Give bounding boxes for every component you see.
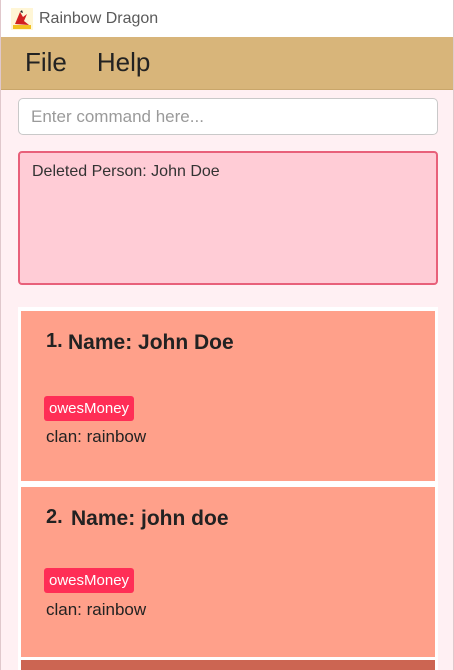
menu-bar: File Help — [1, 37, 453, 90]
window-title: Rainbow Dragon — [39, 9, 159, 27]
person-card-partial[interactable] — [21, 660, 435, 670]
person-name: Name: John Doe — [68, 331, 234, 354]
result-text: Deleted Person: John Doe — [32, 163, 220, 180]
person-index: 1. — [46, 330, 63, 352]
person-list[interactable]: 1. Name: John Doe owesMoney clan: rainbo… — [18, 307, 438, 670]
rainbow-dragon-logo-icon — [11, 7, 33, 30]
person-tag: owesMoney — [44, 396, 135, 421]
result-display[interactable]: Deleted Person: John Doe — [18, 151, 438, 285]
person-name: Name: john doe — [71, 507, 229, 530]
person-tag: owesMoney — [44, 568, 135, 593]
person-index: 2. — [46, 506, 63, 528]
title-bar: Rainbow Dragon — [1, 0, 453, 37]
person-card[interactable]: 1. Name: John Doe owesMoney clan: rainbo… — [21, 311, 435, 481]
command-input[interactable] — [18, 98, 438, 135]
menu-help[interactable]: Help — [81, 43, 164, 84]
menu-file[interactable]: File — [9, 43, 81, 84]
person-clan: clan: rainbow — [46, 427, 147, 446]
person-card[interactable]: 2. Name: john doe owesMoney clan: rainbo… — [21, 487, 435, 657]
app-window: Rainbow Dragon File Help Deleted Person:… — [0, 0, 454, 670]
person-clan: clan: rainbow — [46, 600, 147, 619]
